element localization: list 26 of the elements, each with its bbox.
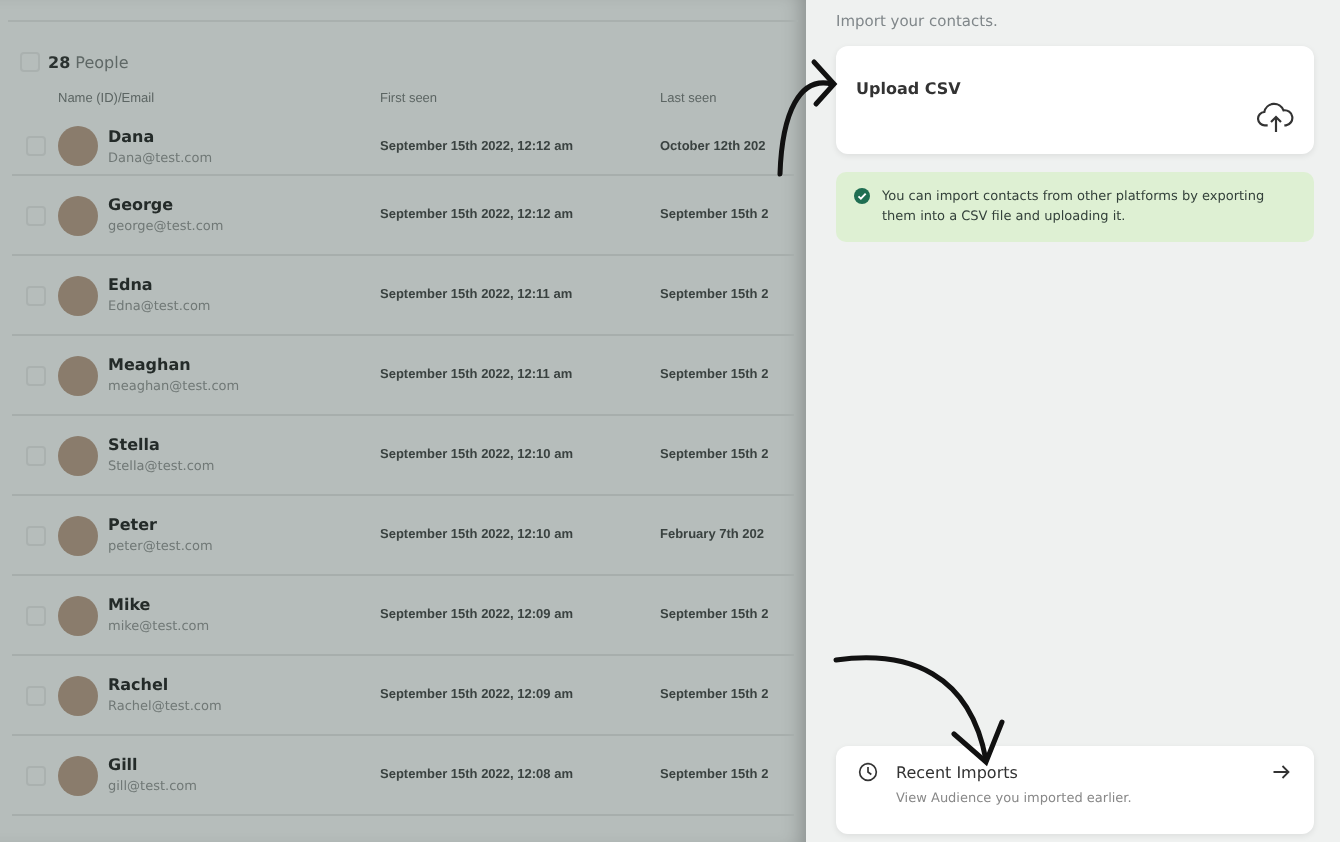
avatar-placeholder: [58, 515, 98, 555]
contact-name: Rachel: [108, 676, 171, 694]
cloud-upload-icon: [1256, 100, 1296, 134]
arrow-right-icon: [1272, 764, 1290, 780]
avatar-placeholder: [58, 126, 98, 166]
contact-name: Stella: [108, 436, 162, 454]
contact-name: Peter: [108, 516, 159, 534]
avatar-placeholder: [58, 755, 98, 795]
contact-name: Dana: [108, 127, 157, 145]
contact-name: Meaghan: [108, 356, 193, 374]
people-count: 28 People: [48, 53, 129, 71]
avatar-placeholder: [58, 675, 98, 715]
contact-name: Edna: [108, 276, 155, 294]
upload-csv-card[interactable]: Upload CSV: [836, 46, 1314, 154]
avatar-placeholder: [58, 595, 98, 635]
upload-csv-title: Upload CSV: [856, 80, 961, 98]
contact-name: George: [108, 196, 176, 214]
check-circle-icon: [854, 188, 870, 204]
avatar-placeholder: [58, 355, 98, 395]
avatar-placeholder: [58, 275, 98, 315]
avatar-placeholder: [58, 195, 98, 235]
recent-imports-title: Recent Imports: [896, 763, 1020, 781]
avatar-placeholder: [58, 435, 98, 475]
contact-name: Gill: [108, 756, 140, 774]
clock-icon: [858, 762, 878, 782]
contact-name: Mike: [108, 596, 153, 614]
